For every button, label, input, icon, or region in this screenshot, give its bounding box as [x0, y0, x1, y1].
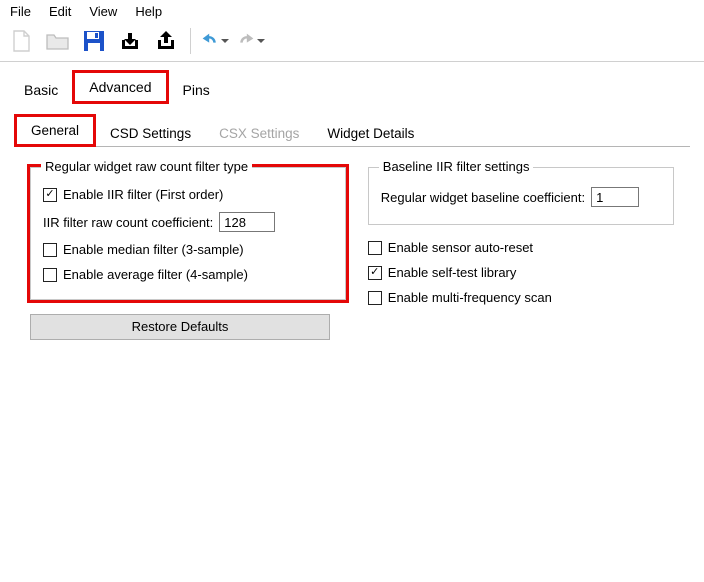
right-column: Baseline IIR filter settings Regular wid…: [368, 157, 674, 340]
row-enable-average: Enable average filter (4-sample): [43, 262, 333, 287]
row-auto-reset: Enable sensor auto-reset: [368, 235, 674, 260]
label-iir-coefficient: IIR filter raw count coefficient:: [43, 215, 213, 230]
menubar: File Edit View Help: [0, 0, 704, 25]
primary-tabs: Basic Advanced Pins: [0, 62, 704, 104]
row-iir-coefficient: IIR filter raw count coefficient:: [43, 207, 333, 237]
toolbar: [0, 25, 704, 62]
export-icon[interactable]: [152, 27, 180, 55]
menu-help[interactable]: Help: [129, 2, 168, 21]
label-auto-reset: Enable sensor auto-reset: [388, 240, 533, 255]
page-body: Regular widget raw count filter type Ena…: [14, 147, 690, 350]
checkbox-enable-average[interactable]: [43, 268, 57, 282]
checkbox-multi-freq[interactable]: [368, 291, 382, 305]
menu-file[interactable]: File: [4, 2, 37, 21]
checkbox-enable-median[interactable]: [43, 243, 57, 257]
label-enable-iir: Enable IIR filter (First order): [63, 187, 223, 202]
label-enable-median: Enable median filter (3-sample): [63, 242, 244, 257]
new-file-icon[interactable]: [8, 27, 36, 55]
import-icon[interactable]: [116, 27, 144, 55]
checkbox-auto-reset[interactable]: [368, 241, 382, 255]
group-title: Regular widget raw count filter type: [41, 159, 252, 174]
open-folder-icon[interactable]: [44, 27, 72, 55]
redo-button[interactable]: [237, 27, 265, 55]
inner-tabs-container: General CSD Settings CSX Settings Widget…: [14, 114, 690, 350]
menu-edit[interactable]: Edit: [43, 2, 77, 21]
left-column: Regular widget raw count filter type Ena…: [30, 157, 346, 340]
chevron-down-icon[interactable]: [257, 39, 265, 43]
label-enable-average: Enable average filter (4-sample): [63, 267, 248, 282]
row-enable-median: Enable median filter (3-sample): [43, 237, 333, 262]
undo-button[interactable]: [201, 27, 229, 55]
inner-tabs: General CSD Settings CSX Settings Widget…: [14, 114, 690, 147]
toolbar-separator: [190, 28, 191, 54]
row-multi-freq: Enable multi-frequency scan: [368, 285, 674, 310]
label-baseline-coeff: Regular widget baseline coefficient:: [381, 190, 585, 205]
checkbox-enable-iir[interactable]: [43, 188, 57, 202]
input-baseline-coeff[interactable]: [591, 187, 639, 207]
tab-pins[interactable]: Pins: [169, 76, 224, 104]
tab-advanced[interactable]: Advanced: [72, 70, 168, 104]
save-icon[interactable]: [80, 27, 108, 55]
row-self-test: Enable self-test library: [368, 260, 674, 285]
label-self-test: Enable self-test library: [388, 265, 517, 280]
row-baseline-coeff: Regular widget baseline coefficient:: [381, 182, 661, 212]
inner-tab-widget-details[interactable]: Widget Details: [313, 120, 428, 147]
chevron-down-icon[interactable]: [221, 39, 229, 43]
input-iir-coefficient[interactable]: [219, 212, 275, 232]
inner-tab-csx: CSX Settings: [205, 120, 313, 147]
tab-basic[interactable]: Basic: [10, 76, 72, 104]
checkbox-self-test[interactable]: [368, 266, 382, 280]
group-baseline: Baseline IIR filter settings Regular wid…: [368, 167, 674, 225]
menu-view[interactable]: View: [83, 2, 123, 21]
group-title-baseline: Baseline IIR filter settings: [379, 159, 534, 174]
inner-tab-general[interactable]: General: [14, 114, 96, 147]
row-enable-iir: Enable IIR filter (First order): [43, 182, 333, 207]
restore-defaults-button[interactable]: Restore Defaults: [30, 314, 330, 340]
label-multi-freq: Enable multi-frequency scan: [388, 290, 552, 305]
inner-tab-csd[interactable]: CSD Settings: [96, 120, 205, 147]
group-raw-count-filter: Regular widget raw count filter type Ena…: [30, 167, 346, 300]
